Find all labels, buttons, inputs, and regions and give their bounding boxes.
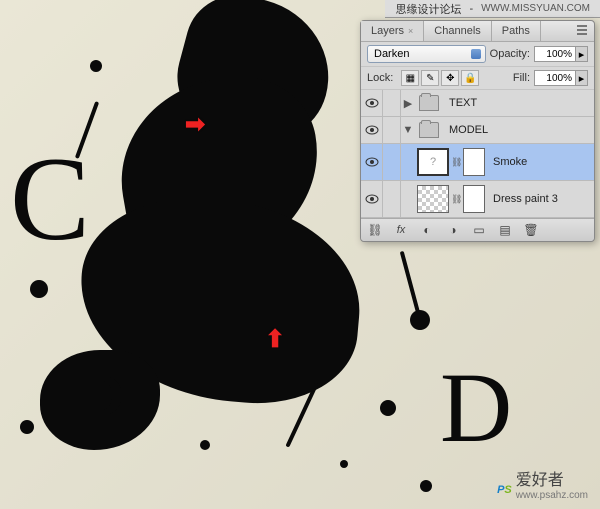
layer-smoke[interactable]: ? ⛓ Smoke bbox=[361, 144, 594, 181]
blend-row: Darken Opacity: 100% ▸ bbox=[361, 42, 594, 67]
link-column bbox=[383, 181, 401, 217]
layers-panel: Layers× Channels Paths Darken Opacity: 1… bbox=[360, 20, 595, 242]
opacity-flyout[interactable]: ▸ bbox=[576, 46, 588, 62]
layer-group-text[interactable]: ▶ TEXT bbox=[361, 90, 594, 117]
delete-layer-button[interactable]: 🗑 bbox=[519, 221, 543, 239]
tab-channels[interactable]: Channels bbox=[424, 21, 491, 41]
lock-transparency-button[interactable]: ▦ bbox=[401, 70, 419, 86]
ink-dot bbox=[200, 440, 210, 450]
mask-link-icon[interactable]: ⛓ bbox=[451, 194, 461, 205]
close-icon[interactable]: × bbox=[408, 26, 413, 36]
visibility-toggle[interactable] bbox=[361, 181, 383, 217]
layer-dress-paint[interactable]: ⛓ Dress paint 3 bbox=[361, 181, 594, 218]
lock-label: Lock: bbox=[367, 72, 393, 84]
watermark-text: 爱好者 bbox=[516, 472, 564, 489]
panel-footer: ⛓ fx ◐ ◑ ▭ ▤ 🗑 bbox=[361, 218, 594, 241]
panel-menu-button[interactable] bbox=[570, 21, 594, 41]
visibility-toggle[interactable] bbox=[361, 117, 383, 143]
annotation-arrow: ➡ bbox=[185, 110, 205, 139]
layers-list: ▶ TEXT ▼ MODEL ? ⛓ Smoke ⛓ D bbox=[361, 90, 594, 218]
layer-name[interactable]: Dress paint 3 bbox=[487, 193, 594, 205]
paint-letter: D bbox=[440, 350, 512, 465]
page-header: 思缘设计论坛 - WWW.MISSYUAN.COM bbox=[385, 0, 600, 18]
layer-name[interactable]: Smoke bbox=[487, 156, 594, 168]
layer-name[interactable]: MODEL bbox=[443, 124, 594, 136]
adjustment-layer-button[interactable]: ◑ bbox=[441, 221, 465, 239]
layer-mask-thumbnail[interactable] bbox=[463, 185, 485, 213]
lock-position-button[interactable]: ✥ bbox=[441, 70, 459, 86]
ink-dot bbox=[340, 460, 348, 468]
site-url[interactable]: WWW.MISSYUAN.COM bbox=[481, 3, 590, 14]
link-column bbox=[383, 117, 401, 143]
opacity-label: Opacity: bbox=[490, 48, 530, 60]
layer-fx-button[interactable]: fx bbox=[389, 221, 413, 239]
watermark: PS 爱好者 www.psahz.com bbox=[497, 466, 588, 501]
visibility-toggle[interactable] bbox=[361, 90, 383, 116]
watermark-logo: PS bbox=[497, 468, 512, 500]
link-layers-button[interactable]: ⛓ bbox=[363, 221, 387, 239]
layer-thumbnail[interactable]: ? bbox=[417, 148, 449, 176]
new-group-button[interactable]: ▭ bbox=[467, 221, 491, 239]
lock-all-button[interactable]: 🔒 bbox=[461, 70, 479, 86]
opacity-input[interactable]: 100% bbox=[534, 46, 576, 62]
layer-group-model[interactable]: ▼ MODEL bbox=[361, 117, 594, 144]
tab-layers[interactable]: Layers× bbox=[361, 21, 424, 41]
fill-flyout[interactable]: ▸ bbox=[576, 70, 588, 86]
link-column bbox=[383, 90, 401, 116]
lock-pixels-button[interactable]: ✎ bbox=[421, 70, 439, 86]
tab-paths[interactable]: Paths bbox=[492, 21, 541, 41]
folder-icon bbox=[419, 95, 439, 111]
new-layer-button[interactable]: ▤ bbox=[493, 221, 517, 239]
folder-icon bbox=[419, 122, 439, 138]
visibility-toggle[interactable] bbox=[361, 144, 383, 180]
layer-name[interactable]: TEXT bbox=[443, 97, 594, 109]
lock-row: Lock: ▦ ✎ ✥ 🔒 Fill: 100% ▸ bbox=[361, 67, 594, 90]
fill-input[interactable]: 100% bbox=[534, 70, 576, 86]
mask-link-icon[interactable]: ⛓ bbox=[451, 157, 461, 168]
expand-toggle[interactable]: ▶ bbox=[401, 97, 415, 110]
ink-dot bbox=[20, 420, 34, 434]
paint-letter: P bbox=[70, 350, 126, 465]
layer-thumbnail[interactable] bbox=[417, 185, 449, 213]
annotation-arrow: ⬆ bbox=[265, 325, 285, 354]
panel-tabs: Layers× Channels Paths bbox=[361, 21, 594, 42]
site-title: 思缘设计论坛 bbox=[395, 1, 461, 17]
add-mask-button[interactable]: ◐ bbox=[415, 221, 439, 239]
ink-dot bbox=[380, 400, 396, 416]
expand-toggle[interactable]: ▼ bbox=[401, 124, 415, 136]
watermark-url: www.psahz.com bbox=[516, 490, 588, 501]
layer-mask-thumbnail[interactable] bbox=[463, 148, 485, 176]
ink-dot bbox=[420, 480, 432, 492]
ink-dot bbox=[90, 60, 102, 72]
fill-label: Fill: bbox=[513, 72, 530, 84]
blend-mode-select[interactable]: Darken bbox=[367, 45, 486, 63]
ink-dot bbox=[30, 280, 48, 298]
link-column bbox=[383, 144, 401, 180]
